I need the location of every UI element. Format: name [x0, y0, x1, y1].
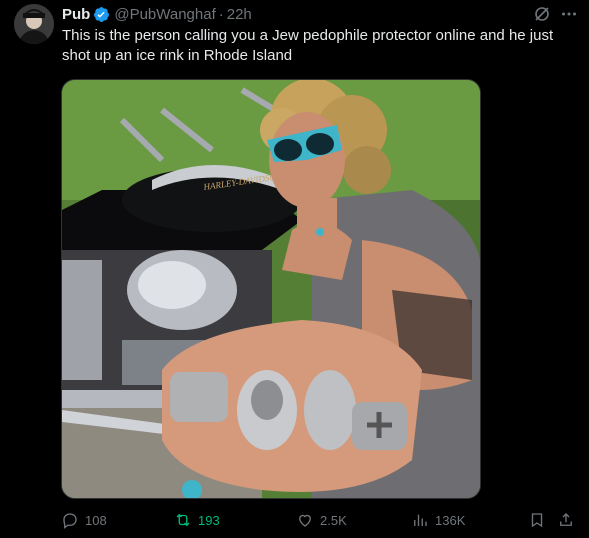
tweet-header: Pub @PubWanghaf · 22h [62, 4, 252, 24]
tweet-text: This is the person calling you a Jew ped… [62, 27, 554, 64]
tweet-photo[interactable]: HARLEY-DAVIDSON [61, 79, 481, 499]
bookmark-icon [531, 513, 543, 528]
author-handle[interactable]: @PubWanghaf [114, 6, 215, 23]
tweet-timestamp[interactable]: 22h [227, 6, 252, 23]
views-button[interactable]: 136K [411, 509, 465, 531]
reply-icon [63, 513, 77, 529]
view-count: 136K [435, 512, 466, 528]
grok-icon[interactable] [533, 5, 551, 23]
avatar-image [14, 4, 54, 44]
share-icon [560, 513, 572, 526]
repost-count: 193 [198, 512, 220, 528]
bookmark-button[interactable] [528, 509, 546, 531]
more-options-icon[interactable] [560, 5, 578, 23]
like-count: 2.5K [320, 512, 347, 528]
verified-badge-icon [93, 6, 110, 23]
reply-count: 108 [85, 512, 107, 528]
author-avatar[interactable] [14, 4, 54, 44]
views-chart-icon [414, 514, 427, 526]
header-separator: · [218, 5, 224, 23]
photo-man-motorcycle: HARLEY-DAVIDSON [62, 80, 480, 498]
repost-button[interactable]: 193 [174, 509, 220, 531]
like-button[interactable]: 2.5K [296, 509, 347, 531]
reply-button[interactable]: 108 [61, 509, 107, 531]
author-name[interactable]: Pub [62, 6, 90, 23]
share-button[interactable] [557, 509, 575, 531]
heart-icon [299, 514, 311, 527]
tweet-action-bar: 108 193 2.5K 136K [0, 509, 589, 531]
repost-icon [176, 513, 190, 527]
